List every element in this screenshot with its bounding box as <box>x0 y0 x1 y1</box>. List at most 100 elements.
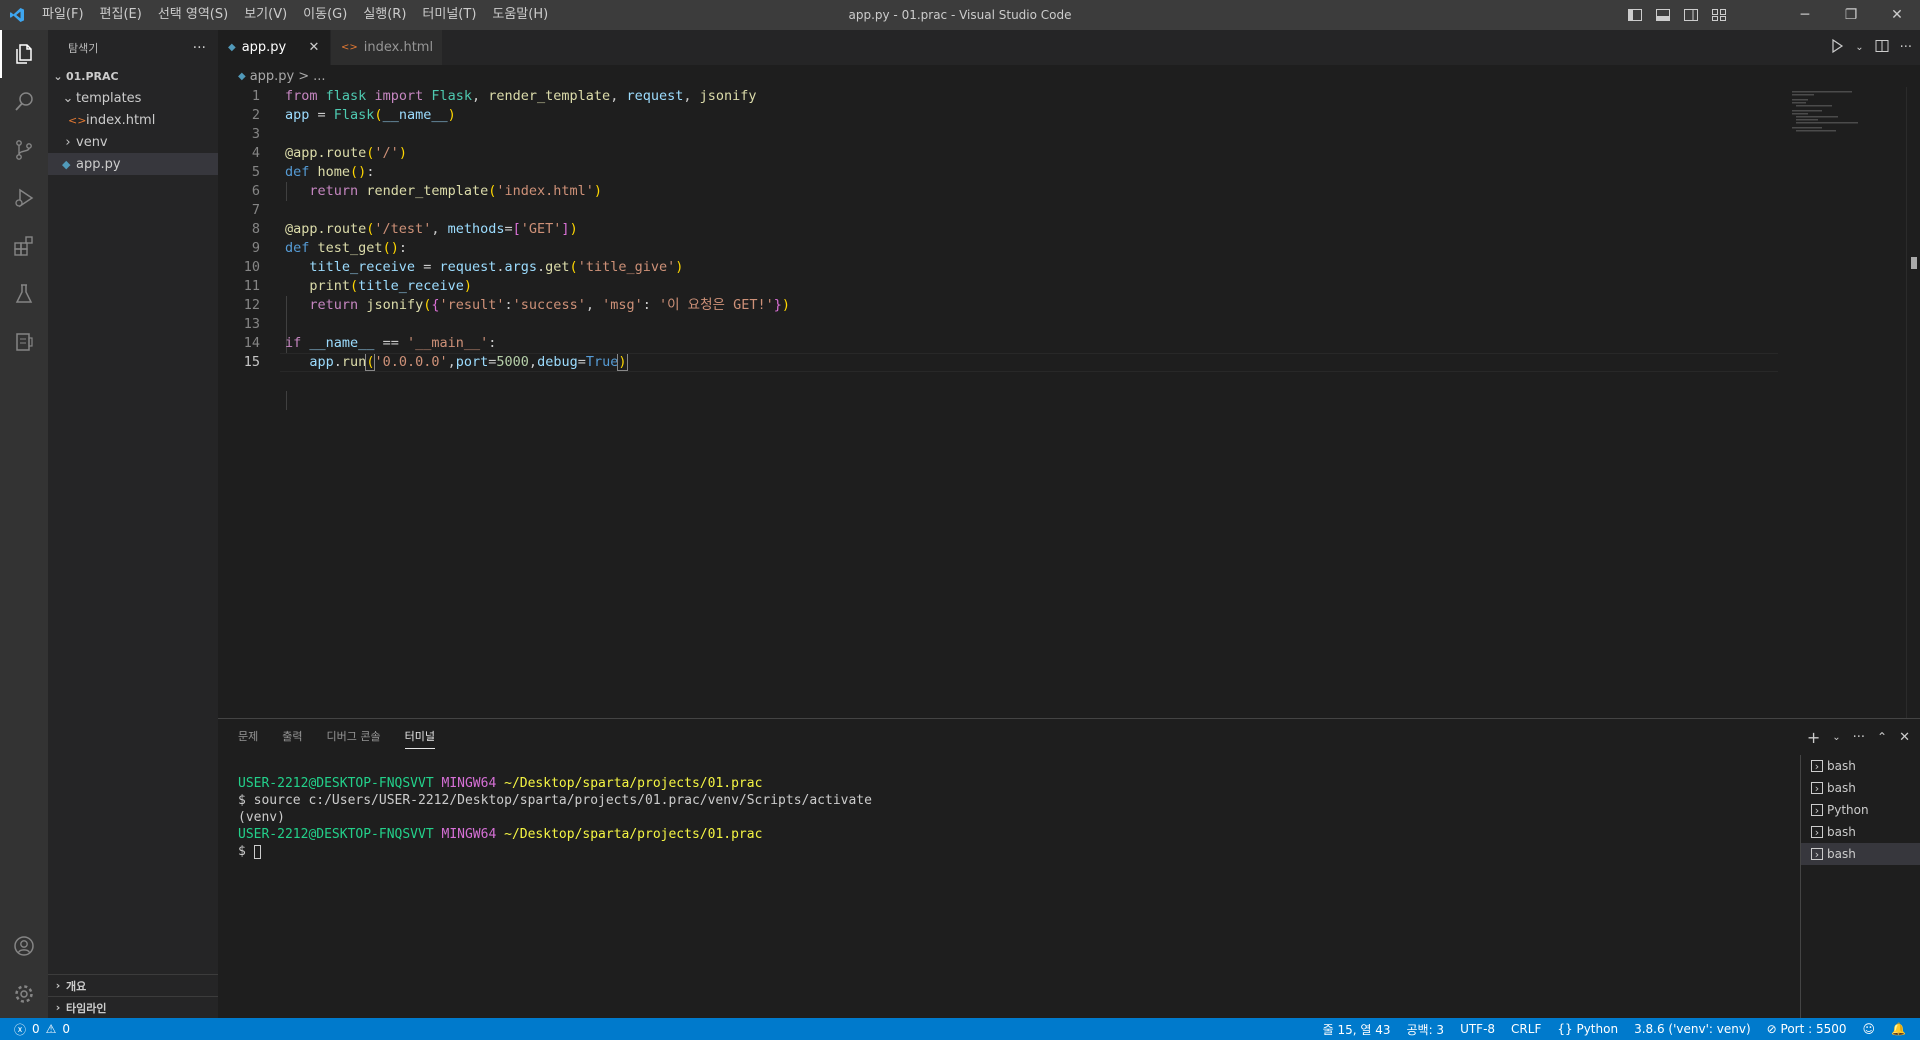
code-line: 7 <box>251 202 260 218</box>
terminal-item[interactable]: › bash <box>1801 821 1920 843</box>
notebook-icon[interactable] <box>0 318 48 366</box>
maximize-panel-icon[interactable]: ⌃ <box>1877 730 1887 744</box>
notifications-bell-icon[interactable]: 🔔 <box>1891 1022 1906 1036</box>
error-count: 0 <box>32 1022 40 1036</box>
panel-actions: + ⌄ ··· ⌃ ✕ <box>1807 719 1910 755</box>
customize-layout-icon[interactable] <box>1708 4 1730 26</box>
file-index-html[interactable]: <> index.html <box>48 109 218 131</box>
close-panel-icon[interactable]: ✕ <box>1899 730 1910 745</box>
sidebar-bottom-sections: › 개요 › 타임라인 <box>48 974 218 1018</box>
breadcrumb: ◆ app.py > ... <box>218 65 1920 87</box>
accounts-icon[interactable] <box>0 922 48 970</box>
more-actions-icon[interactable]: ··· <box>1853 730 1865 745</box>
terminal-line: USER-2212@DESKTOP-FNQSVVT MINGW64 ~/Desk… <box>238 827 763 842</box>
language-mode[interactable]: {} Python <box>1557 1022 1618 1036</box>
minimize-icon[interactable]: ─ <box>1782 0 1828 30</box>
status-problems[interactable]: ⓧ 0 ⚠ 0 <box>0 1021 70 1038</box>
activity-bar-bottom <box>0 922 48 1018</box>
tab-app-py[interactable]: ◆ app.py ✕ <box>218 30 330 65</box>
close-icon[interactable]: ✕ <box>306 39 322 55</box>
toggle-panel-icon[interactable] <box>1652 4 1674 26</box>
workspace-folder[interactable]: ⌄ 01.PRAC <box>48 65 218 87</box>
code-line-current: 15 app.run('0.0.0.0',port=5000,debug=Tru… <box>218 353 1778 372</box>
code-line: 3 <box>251 126 260 142</box>
menu-run[interactable]: 실행(R) <box>355 0 414 30</box>
vscode-logo-icon <box>0 0 34 30</box>
code-line: 10 title_receive = request.args.get('tit… <box>243 259 684 275</box>
code-line: 11 print(title_receive) <box>243 278 472 294</box>
file-label: app.py <box>76 156 121 172</box>
run-debug-icon[interactable] <box>0 174 48 222</box>
status-right: 줄 15, 열 43 공백: 3 UTF-8 CRLF {} Python 3.… <box>1323 1018 1920 1040</box>
code-line: 2 app = Flask(__name__) <box>251 107 456 123</box>
tab-index-html[interactable]: <> index.html <box>330 30 442 65</box>
more-actions-icon[interactable]: ··· <box>193 40 206 56</box>
breadcrumb-file[interactable]: app.py <box>250 69 295 84</box>
tab-output[interactable]: 출력 <box>282 719 302 755</box>
menu-selection[interactable]: 선택 영역(S) <box>150 0 236 30</box>
run-python-icon[interactable] <box>1829 38 1845 58</box>
terminal-icon: › <box>1811 826 1823 838</box>
menu-file[interactable]: 파일(F) <box>34 0 92 30</box>
more-actions-icon[interactable]: ··· <box>1900 40 1912 55</box>
end-of-line[interactable]: CRLF <box>1511 1022 1541 1036</box>
encoding[interactable]: UTF-8 <box>1460 1022 1495 1036</box>
status-bar: ⓧ 0 ⚠ 0 줄 15, 열 43 공백: 3 UTF-8 CRLF {} P… <box>0 1018 1920 1040</box>
tab-problems[interactable]: 문제 <box>238 719 258 755</box>
menu-view[interactable]: 보기(V) <box>236 0 295 30</box>
terminal-item[interactable]: › bash <box>1801 777 1920 799</box>
extensions-icon[interactable] <box>0 222 48 270</box>
new-terminal-icon[interactable]: + <box>1807 728 1820 747</box>
menu-bar: 파일(F) 편집(E) 선택 영역(S) 보기(V) 이동(G) 실행(R) 터… <box>34 0 556 30</box>
code-line: 13 <box>243 316 260 332</box>
outline-section[interactable]: › 개요 <box>48 974 218 996</box>
outline-label: 개요 <box>66 979 87 993</box>
folder-templates[interactable]: ⌄ templates <box>48 87 218 109</box>
source-control-icon[interactable] <box>0 126 48 174</box>
timeline-section[interactable]: › 타임라인 <box>48 996 218 1018</box>
toggle-secondary-sidebar-icon[interactable] <box>1680 4 1702 26</box>
terminal-output[interactable]: USER-2212@DESKTOP-FNQSVVT MINGW64 ~/Desk… <box>238 775 872 860</box>
menu-help[interactable]: 도움말(H) <box>484 0 556 30</box>
code-editor[interactable]: 1 from flask import Flask, render_templat… <box>218 87 1778 410</box>
html-file-icon: <> <box>341 42 358 53</box>
editor-actions: ⌄ ··· <box>1829 30 1912 65</box>
folder-venv[interactable]: › venv <box>48 131 218 153</box>
menu-terminal[interactable]: 터미널(T) <box>414 0 484 30</box>
terminal-icon: › <box>1811 804 1823 816</box>
tab-label: index.html <box>363 40 434 55</box>
breadcrumb-more[interactable]: ... <box>313 69 325 84</box>
chevron-down-icon: ⌄ <box>62 90 74 106</box>
terminal-item[interactable]: › Python <box>1801 799 1920 821</box>
menu-go[interactable]: 이동(G) <box>295 0 355 30</box>
tab-debug-console[interactable]: 디버그 콘솔 <box>327 719 381 755</box>
terminal-cursor <box>253 844 261 859</box>
chevron-down-icon: ⌄ <box>53 69 63 83</box>
terminal-item[interactable]: › bash <box>1801 755 1920 777</box>
settings-gear-icon[interactable] <box>0 970 48 1018</box>
live-server-port[interactable]: ⊘ Port : 5500 <box>1767 1022 1847 1036</box>
minimap[interactable] <box>1792 87 1892 147</box>
file-app-py[interactable]: ◆ app.py <box>48 153 218 175</box>
close-window-icon[interactable]: ✕ <box>1874 0 1920 30</box>
indentation[interactable]: 공백: 3 <box>1406 1021 1444 1038</box>
editor-tabs: ◆ app.py ✕ <> index.html ⌄ ··· <box>218 30 1920 65</box>
menu-edit[interactable]: 편집(E) <box>92 0 150 30</box>
split-editor-icon[interactable] <box>1874 38 1890 58</box>
code-line: 5 def home(): <box>251 164 375 180</box>
chevron-down-icon[interactable]: ⌄ <box>1832 732 1840 743</box>
python-interpreter[interactable]: 3.8.6 ('venv': venv) <box>1634 1022 1751 1036</box>
cursor-position[interactable]: 줄 15, 열 43 <box>1323 1021 1391 1038</box>
terminal-item-active[interactable]: › bash <box>1801 843 1920 865</box>
restore-icon[interactable]: ❐ <box>1828 0 1874 30</box>
vertical-scrollbar[interactable] <box>1906 87 1920 718</box>
tab-terminal[interactable]: 터미널 <box>404 719 436 755</box>
testing-icon[interactable] <box>0 270 48 318</box>
explorer-icon[interactable] <box>0 30 48 78</box>
tab-label: app.py <box>241 40 287 55</box>
feedback-icon[interactable]: ☺ <box>1863 1022 1876 1036</box>
python-file-icon: ◆ <box>238 70 246 82</box>
chevron-down-icon[interactable]: ⌄ <box>1855 42 1863 53</box>
search-icon[interactable] <box>0 78 48 126</box>
toggle-sidebar-icon[interactable] <box>1624 4 1646 26</box>
